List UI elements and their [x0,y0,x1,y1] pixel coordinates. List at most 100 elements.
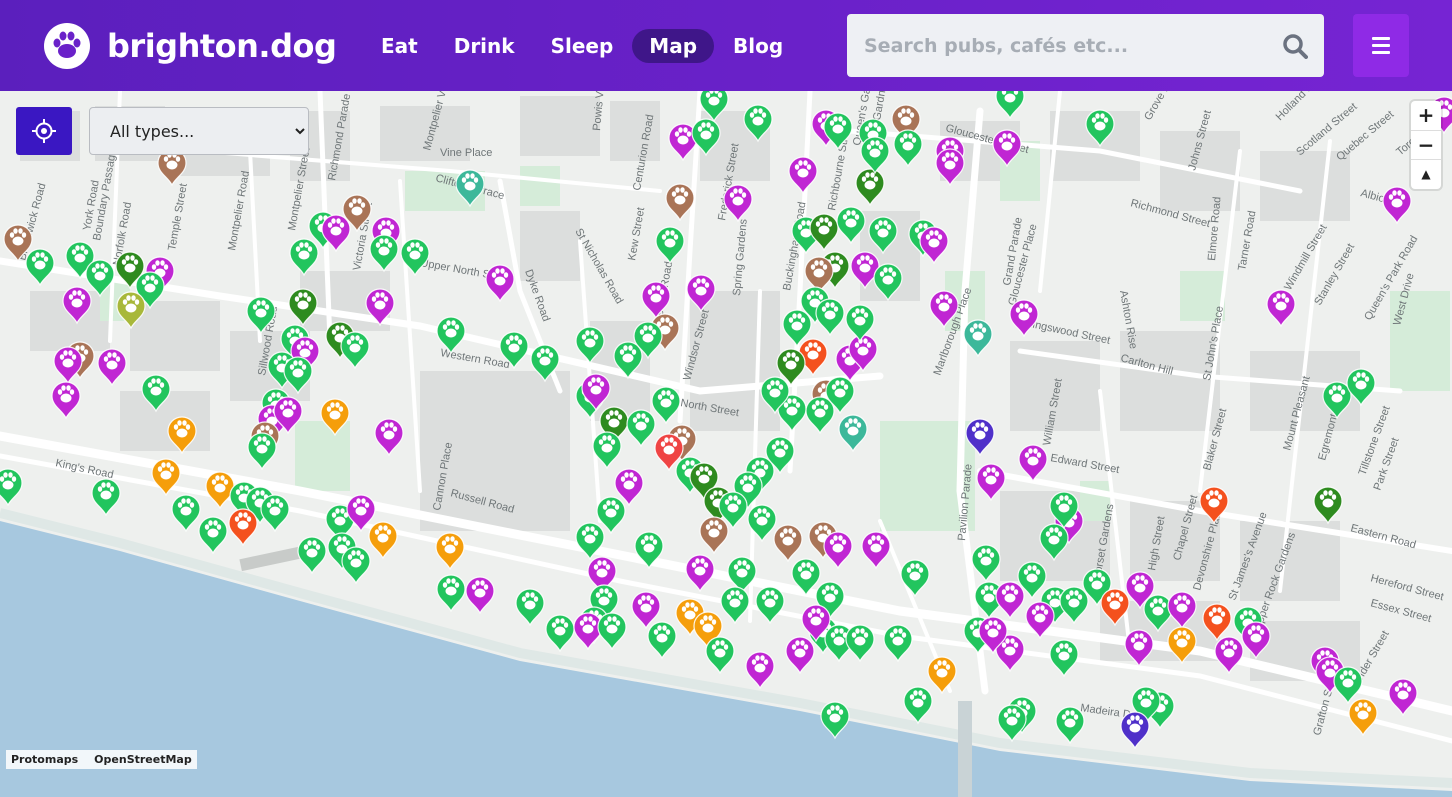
paw-marker-icon[interactable] [365,288,395,327]
search-icon[interactable] [1282,33,1308,59]
paw-marker-icon[interactable] [1049,639,1079,678]
paw-marker-icon[interactable] [927,656,957,695]
paw-marker-icon[interactable] [755,586,785,625]
paw-marker-icon[interactable] [647,621,677,660]
paw-marker-icon[interactable] [288,288,318,327]
paw-marker-icon[interactable] [400,238,430,277]
paw-marker-icon[interactable] [868,216,898,255]
paw-marker-icon[interactable] [141,374,171,413]
paw-marker-icon[interactable] [836,206,866,245]
paw-marker-icon[interactable] [1313,486,1343,525]
paw-marker-icon[interactable] [228,508,258,547]
paw-marker-icon[interactable] [861,531,891,570]
paw-marker-icon[interactable] [246,296,276,335]
paw-marker-icon[interactable] [1055,706,1085,745]
paw-marker-icon[interactable] [465,576,495,615]
paw-marker-icon[interactable] [626,409,656,448]
paw-marker-icon[interactable] [634,531,664,570]
paw-marker-icon[interactable] [699,516,729,555]
paw-marker-icon[interactable] [0,468,23,507]
paw-marker-icon[interactable] [368,521,398,560]
paw-marker-icon[interactable] [995,581,1025,620]
paw-marker-icon[interactable] [919,226,949,265]
paw-marker-icon[interactable] [283,356,313,395]
paw-marker-icon[interactable] [247,432,277,471]
attribution-osm[interactable]: OpenStreetMap [94,750,192,769]
paw-marker-icon[interactable] [893,129,923,168]
paw-marker-icon[interactable] [62,286,92,325]
paw-marker-icon[interactable] [25,248,55,287]
paw-marker-icon[interactable] [963,319,993,358]
paw-marker-icon[interactable] [705,636,735,675]
paw-marker-icon[interactable] [1322,381,1352,420]
paw-marker-icon[interactable] [651,386,681,425]
paw-marker-icon[interactable] [1199,486,1229,525]
paw-marker-icon[interactable] [745,651,775,690]
paw-marker-icon[interactable] [788,156,818,195]
paw-marker-icon[interactable] [1346,368,1376,407]
paw-marker-icon[interactable] [1348,698,1378,737]
paw-marker-icon[interactable] [1039,523,1069,562]
paw-marker-icon[interactable] [374,418,404,457]
paw-marker-icon[interactable] [1167,591,1197,630]
paw-marker-icon[interactable] [1059,586,1089,625]
paw-marker-icon[interactable] [1124,629,1154,668]
nav-blog[interactable]: Blog [716,29,800,63]
paw-marker-icon[interactable] [1214,636,1244,675]
paw-marker-icon[interactable] [435,532,465,571]
zoom-in-button[interactable]: + [1411,101,1441,130]
paw-marker-icon[interactable] [341,546,371,585]
paw-marker-icon[interactable] [151,458,181,497]
paw-marker-icon[interactable] [720,586,750,625]
paw-marker-icon[interactable] [815,298,845,337]
paw-marker-icon[interactable] [855,168,885,207]
paw-marker-icon[interactable] [171,494,201,533]
paw-marker-icon[interactable] [1009,299,1039,338]
paw-marker-icon[interactable] [289,238,319,277]
paw-marker-icon[interactable] [791,558,821,597]
paw-marker-icon[interactable] [116,291,146,330]
paw-marker-icon[interactable] [773,524,803,563]
paw-marker-icon[interactable] [545,614,575,653]
paw-marker-icon[interactable] [747,504,777,543]
paw-marker-icon[interactable] [976,463,1006,502]
paw-marker-icon[interactable] [91,478,121,517]
paw-marker-icon[interactable] [883,624,913,663]
paw-marker-icon[interactable] [1018,444,1048,483]
paw-marker-icon[interactable] [530,344,560,383]
paw-marker-icon[interactable] [53,346,83,385]
paw-marker-icon[interactable] [369,234,399,273]
paw-marker-icon[interactable] [321,214,351,253]
paw-marker-icon[interactable] [1085,109,1115,148]
paw-logo-icon[interactable] [44,23,90,69]
paw-marker-icon[interactable] [515,588,545,627]
paw-marker-icon[interactable] [685,554,715,593]
paw-marker-icon[interactable] [260,494,290,533]
paw-marker-icon[interactable] [1202,603,1232,642]
paw-marker-icon[interactable] [665,183,695,222]
paw-marker-icon[interactable] [297,536,327,575]
paw-marker-icon[interactable] [900,559,930,598]
paw-marker-icon[interactable] [1025,601,1055,640]
search-input[interactable] [847,14,1267,77]
paw-marker-icon[interactable] [995,91,1025,120]
paw-marker-icon[interactable] [1100,588,1130,627]
paw-marker-icon[interactable] [436,574,466,613]
paw-marker-icon[interactable] [597,612,627,651]
paw-marker-icon[interactable] [85,259,115,298]
paw-marker-icon[interactable] [655,226,685,265]
zoom-out-button[interactable]: − [1411,130,1441,160]
paw-marker-icon[interactable] [1333,666,1363,705]
paw-marker-icon[interactable] [992,129,1022,168]
paw-marker-icon[interactable] [820,701,850,740]
paw-marker-icon[interactable] [573,612,603,651]
hamburger-menu-button[interactable] [1353,14,1409,77]
paw-marker-icon[interactable] [965,418,995,457]
paw-marker-icon[interactable] [838,414,868,453]
paw-marker-icon[interactable] [320,398,350,437]
paw-marker-icon[interactable] [613,341,643,380]
paw-marker-icon[interactable] [1388,678,1418,717]
nav-drink[interactable]: Drink [437,29,532,63]
paw-marker-icon[interactable] [436,316,466,355]
paw-marker-icon[interactable] [485,264,515,303]
